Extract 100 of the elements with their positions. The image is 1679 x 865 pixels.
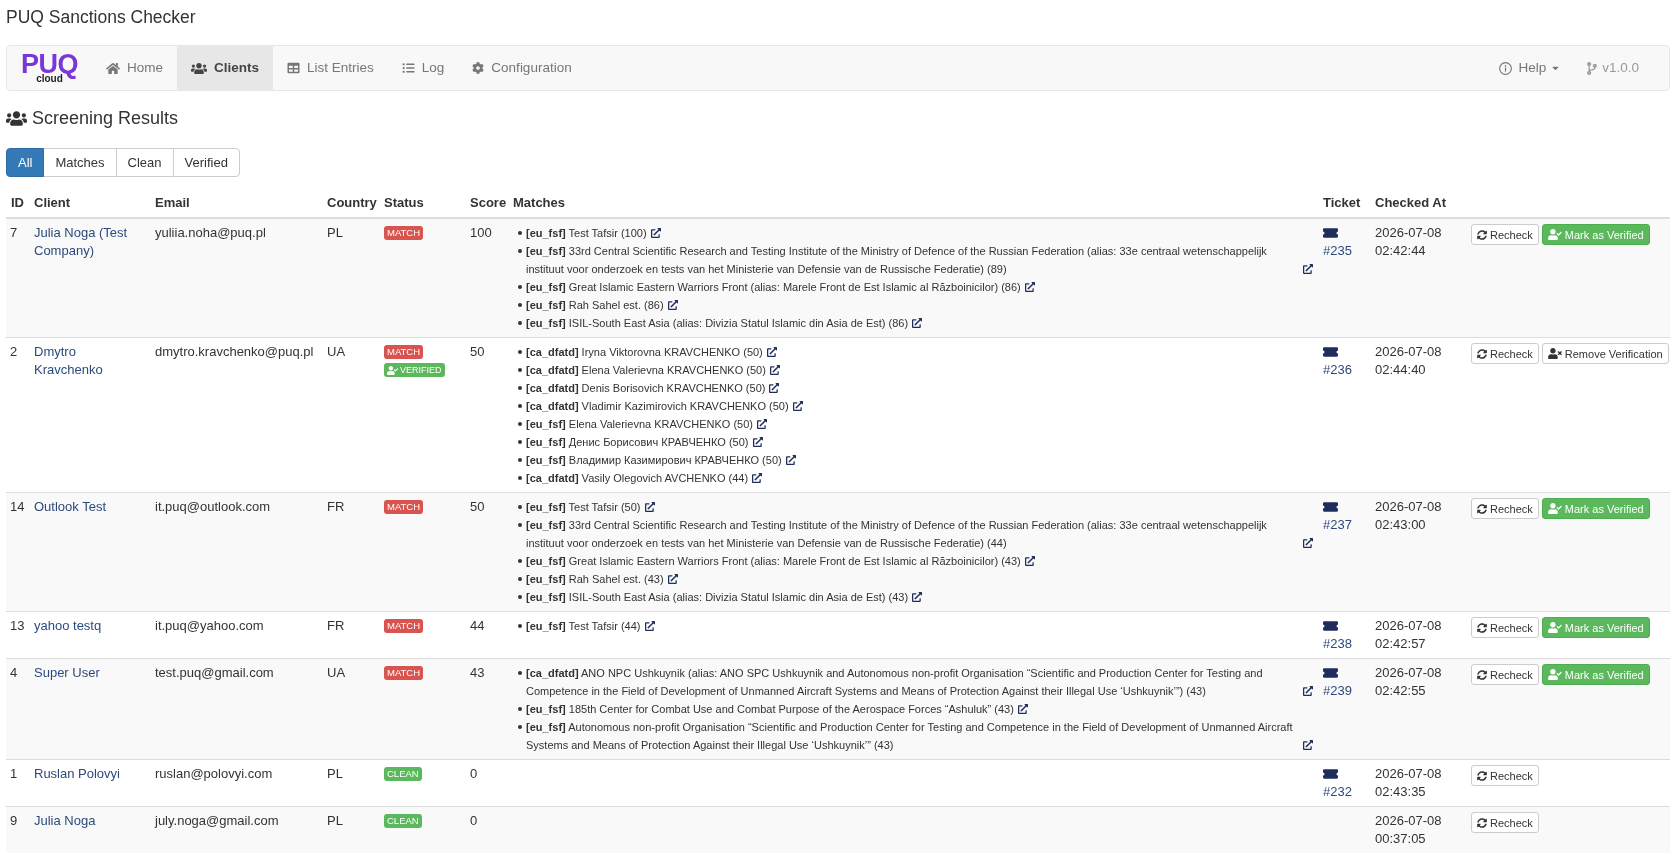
match-badge: MATCH [384, 666, 424, 680]
external-link-icon[interactable] [1024, 556, 1035, 566]
external-link-icon[interactable] [644, 502, 655, 512]
column-header: Checked At [1375, 195, 1447, 210]
help-menu[interactable]: Help [1485, 46, 1574, 90]
user-check-icon [387, 365, 398, 375]
nav-tab[interactable]: Log [387, 46, 459, 90]
external-link-icon[interactable] [644, 621, 655, 631]
match-badge: MATCH [384, 500, 424, 514]
ticket-icon [1323, 769, 1338, 779]
external-link-icon[interactable] [766, 347, 777, 357]
match-entry: [ca_dfatd] ANO NPC Ushkuynik (alias: ANO SPC Ushkuynik and Autonomous non-profit Organisation “Scientific and Production Center for Testing and Competence in the Field of Development of Unmanned Aircraft Systems and Means of Protection Against their Illegal Use ‘Ushkuynik’”) (43) [526, 666, 1264, 699]
match-badge: MATCH [384, 226, 424, 240]
recheck-button[interactable]: Recheck [1471, 765, 1539, 786]
external-link-icon[interactable] [667, 300, 678, 310]
external-link-icon[interactable] [752, 437, 763, 447]
bullet-icon [518, 386, 522, 390]
ticket-link[interactable]: #232 [1323, 765, 1365, 801]
match-entry: [eu_fsf] ISIL-South East Asia (alias: Divizia Statul Islamic din Asia de Est) (43) [526, 590, 909, 605]
bullet-icon [518, 404, 522, 408]
table-icon [287, 62, 301, 74]
refresh-icon [1477, 669, 1487, 680]
column-header: Score [470, 195, 507, 210]
client-id: 7 [10, 225, 18, 240]
external-link-icon[interactable] [769, 365, 780, 375]
clean-badge: CLEAN [384, 814, 422, 828]
recheck-button[interactable]: Recheck [1471, 498, 1539, 519]
external-link-icon[interactable] [752, 473, 763, 483]
nav-tab[interactable]: Clients [177, 46, 274, 90]
ticket-link[interactable]: #235 [1323, 224, 1365, 260]
bullet-icon [518, 476, 522, 480]
home-icon [106, 61, 120, 75]
country-code: FR [327, 499, 345, 514]
country-code: PL [327, 813, 343, 828]
external-link-icon[interactable] [1303, 686, 1313, 696]
match-entry: [eu_fsf] Elena Valerievna KRAVCHENKO (50) [526, 417, 753, 432]
filter-tab[interactable]: Verified [172, 148, 240, 177]
nav-tab[interactable]: Home [92, 46, 178, 90]
score-value: 0 [470, 766, 478, 781]
recheck-button[interactable]: Recheck [1471, 617, 1539, 638]
filter-tab[interactable]: Matches [43, 148, 117, 177]
external-link-icon[interactable] [650, 228, 661, 238]
user-check-icon [1547, 669, 1562, 680]
client-link[interactable]: Super User [34, 664, 145, 682]
column-header: Matches [513, 195, 566, 210]
nav-tab[interactable]: Configuration [458, 46, 586, 90]
recheck-button[interactable]: Recheck [1471, 343, 1539, 364]
external-link-icon[interactable] [769, 383, 780, 393]
match-entry: [eu_fsf] Test Tafsir (50) [526, 500, 641, 515]
match-badge: MATCH [384, 619, 424, 633]
match-entry: [ca_dfatd] Iryna Viktorovna KRAVCHENKO (50) [526, 345, 763, 360]
client-link[interactable]: Julia Noga [34, 812, 145, 830]
client-id: 9 [10, 813, 18, 828]
external-link-icon[interactable] [912, 318, 923, 328]
recheck-button[interactable]: Recheck [1471, 812, 1539, 833]
ticket-link[interactable]: #239 [1323, 664, 1365, 700]
client-link[interactable]: yahoo testq [34, 617, 145, 635]
external-link-icon[interactable] [785, 455, 796, 465]
match-entry: [eu_fsf] Great Islamic Eastern Warriors Front (alias: Marele Front de Est Islamic al Războinicilor) (86) [526, 280, 1021, 295]
match-entry: [ca_dfatd] Elena Valerievna KRAVCHENKO (50) [526, 363, 766, 378]
client-id: 13 [10, 618, 25, 633]
checked-at-time: 2026-07-08 02:43:35 [1375, 766, 1442, 799]
refresh-icon [1477, 348, 1487, 359]
client-link[interactable]: Ruslan Polovyi [34, 765, 145, 783]
checked-at-time: 2026-07-08 02:42:57 [1375, 618, 1442, 651]
country-code: FR [327, 618, 345, 633]
ticket-link[interactable]: #236 [1323, 343, 1365, 379]
score-value: 0 [470, 813, 478, 828]
filter-tab[interactable]: All [6, 148, 45, 177]
refresh-icon [1477, 622, 1487, 633]
remove-verification-button[interactable]: Remove Verification [1541, 343, 1669, 364]
external-link-icon[interactable] [1024, 282, 1035, 292]
client-link[interactable]: Julia Noga (Test Company) [34, 224, 145, 260]
country-code: UA [327, 344, 346, 359]
match-entry: [eu_fsf] 33rd Central Scientific Research and Testing Institute of the Ministry of Defence of the Russian Federation (alias: 33e centraal wetenschappelijk instituut voor onderzoek en tests van het Ministerie van Defensie van de Russische Federatie) (44) [526, 518, 1268, 551]
ticket-icon [1323, 621, 1338, 631]
users-icon [6, 109, 27, 127]
match-entry: [eu_fsf] Денис Борисович КРАВЧЕНКО (50) [526, 435, 749, 450]
external-link-icon[interactable] [1303, 740, 1313, 750]
external-link-icon[interactable] [1303, 538, 1313, 548]
external-link-icon[interactable] [1303, 264, 1313, 274]
client-link[interactable]: Outlook Test [34, 498, 145, 516]
recheck-button[interactable]: Recheck [1471, 224, 1539, 245]
client-link[interactable]: Dmytro Kravchenko [34, 343, 145, 379]
branch-icon [1587, 61, 1598, 75]
users-icon [191, 61, 208, 75]
nav-tab[interactable]: List Entries [273, 46, 388, 90]
filter-tab[interactable]: Clean [115, 148, 174, 177]
external-link-icon[interactable] [912, 592, 923, 602]
email-text: yuliia.noha@puq.pl [155, 225, 266, 240]
ticket-link[interactable]: #238 [1323, 617, 1365, 653]
match-entry: [eu_fsf] Test Tafsir (100) [526, 226, 647, 241]
external-link-icon[interactable] [757, 419, 767, 429]
ticket-link[interactable]: #237 [1323, 498, 1365, 534]
badge-label: VERIFIED [400, 364, 442, 377]
external-link-icon[interactable] [667, 574, 678, 584]
external-link-icon[interactable] [1017, 704, 1028, 714]
recheck-button[interactable]: Recheck [1471, 664, 1539, 685]
bullet-icon [518, 523, 522, 527]
external-link-icon[interactable] [792, 401, 803, 411]
